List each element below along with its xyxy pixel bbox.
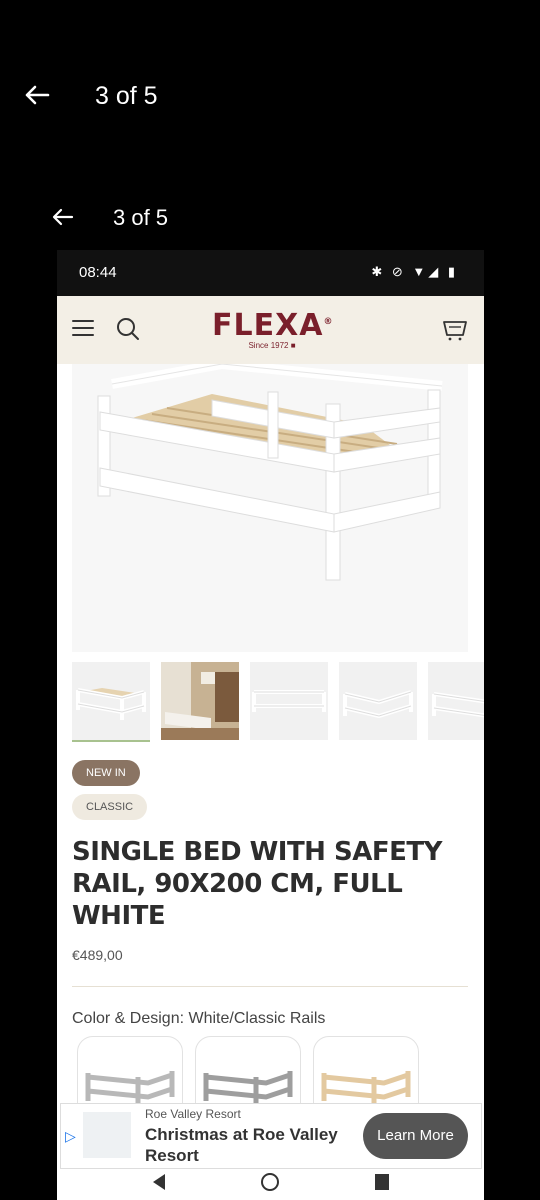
badge-classic: CLASSIC xyxy=(72,794,148,820)
product-main-image[interactable] xyxy=(72,358,468,652)
ad-choices-icon[interactable]: ▷ xyxy=(65,1128,76,1145)
ad-headline[interactable]: Christmas at Roe Valley Resort xyxy=(145,1124,355,1166)
site-header: FLEXA® Since 1972 ■ xyxy=(57,296,484,364)
thumbnail-4[interactable] xyxy=(339,662,417,740)
logo-text: FLEXA xyxy=(212,308,324,343)
color-design-label: Color & Design: White/Classic Rails xyxy=(72,1010,326,1027)
back-button[interactable] xyxy=(22,80,52,110)
flexa-logo[interactable]: FLEXA® Since 1972 ■ xyxy=(212,308,332,350)
nav-back-icon xyxy=(153,1174,165,1190)
image-counter: 3 of 5 xyxy=(95,82,158,110)
logo-mark: ® xyxy=(323,317,334,327)
badge-new-in: NEW IN xyxy=(72,760,140,786)
cart-icon[interactable] xyxy=(442,316,468,342)
product-title: SINGLE BED WITH SAFETY RAIL, 90X200 CM, … xyxy=(72,837,442,931)
thumbnail-3[interactable] xyxy=(250,662,328,740)
status-icons: ✱ ⊘ ▼◢ ▮ xyxy=(371,264,458,279)
status-bar: 08:44 ✱ ⊘ ▼◢ ▮ xyxy=(57,250,484,296)
thumbnail-room-photo xyxy=(161,662,239,740)
phone-screenshot: 08:44 ✱ ⊘ ▼◢ ▮ FLEXA® Since 1972 ■ NEW I… xyxy=(57,250,484,1200)
inner-back-button[interactable] xyxy=(50,204,76,230)
divider xyxy=(72,986,468,987)
thumbnail-bed-icon xyxy=(76,688,146,720)
thumbnail-2[interactable] xyxy=(161,662,239,740)
ad-banner[interactable]: ▷ Roe Valley Resort Christmas at Roe Val… xyxy=(60,1103,482,1169)
nav-recents-icon xyxy=(375,1174,389,1190)
menu-icon[interactable] xyxy=(71,318,95,338)
search-icon[interactable] xyxy=(115,316,141,342)
product-price: €489,00 xyxy=(72,947,123,963)
thumbnail-strip xyxy=(72,662,484,742)
bed-illustration xyxy=(72,358,468,652)
inner-image-counter: 3 of 5 xyxy=(113,205,169,230)
thumbnail-1[interactable] xyxy=(72,662,150,742)
ad-thumbnail-image xyxy=(83,1112,131,1158)
thumbnail-bed-icon xyxy=(432,692,484,718)
thumbnail-5[interactable] xyxy=(428,662,484,740)
thumbnail-bed-icon xyxy=(343,690,413,719)
learn-more-button[interactable]: Learn More xyxy=(363,1113,468,1159)
ad-source: Roe Valley Resort xyxy=(145,1107,241,1121)
status-time: 08:44 xyxy=(79,264,117,281)
thumbnail-bed-icon xyxy=(252,690,326,712)
arrow-left-icon xyxy=(52,208,74,226)
nav-home-icon xyxy=(261,1173,279,1191)
arrow-left-icon xyxy=(25,85,50,105)
